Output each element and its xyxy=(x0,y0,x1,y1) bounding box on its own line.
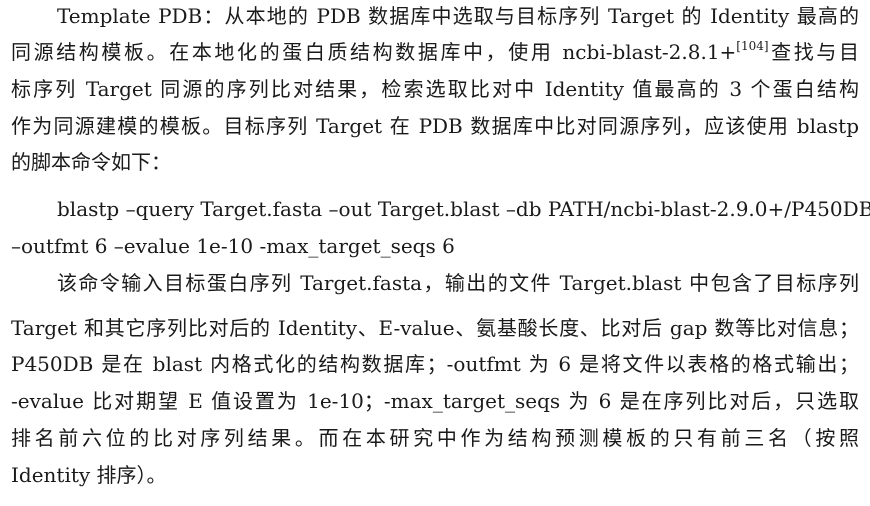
paragraph-1-line-3: 标序列 Target 同源的序列比对结果，检索选取比对中 Identity 值最… xyxy=(11,77,859,101)
paragraph-2-line-1: 该命令输入目标蛋白序列 Target.fasta，输出的文件 Target.bl… xyxy=(57,271,859,295)
document-page: Template PDB：从本地的 PDB 数据库中选取与目标序列 Target… xyxy=(0,0,870,506)
command-line-2: –outfmt 6 –evalue 1e-10 -max_target_seqs… xyxy=(11,234,455,258)
paragraph-2-line-3: P450DB 是在 blast 内格式化的结构数据库；-outfmt 为 6 是… xyxy=(11,352,859,376)
paragraph-1-line-4: 作为同源建模的模板。目标序列 Target 在 PDB 数据库中比对同源序列，应… xyxy=(11,114,859,138)
paragraph-2-line-5: 排名前六位的比对序列结果。而在本研究中作为结构预测模板的只有前三名（按照 xyxy=(11,426,859,450)
paragraph-1-line-2: 同源结构模板。在本地化的蛋白质结构数据库中，使用 ncbi-blast-2.8.… xyxy=(11,38,859,66)
paragraph-1-line-1: Template PDB：从本地的 PDB 数据库中选取与目标序列 Target… xyxy=(57,4,859,28)
paragraph-1-line-2-text: 同源结构模板。在本地化的蛋白质结构数据库中，使用 ncbi-blast-2.8.… xyxy=(11,40,737,64)
citation-reference: [104] xyxy=(736,39,769,53)
command-line-1: blastp –query Target.fasta –out Target.b… xyxy=(57,197,870,221)
paragraph-2-line-6: Identity 排序）。 xyxy=(11,463,167,487)
paragraph-1-line-5: 的脚本命令如下： xyxy=(11,150,171,174)
paragraph-2-line-2: Target 和其它序列比对后的 Identity、E-value、氨基酸长度、… xyxy=(11,316,859,340)
paragraph-1-line-2-tail: 查找与目 xyxy=(768,40,859,64)
paragraph-2-line-4: -evalue 比对期望 E 值设置为 1e-10；-max_target_se… xyxy=(11,389,859,413)
